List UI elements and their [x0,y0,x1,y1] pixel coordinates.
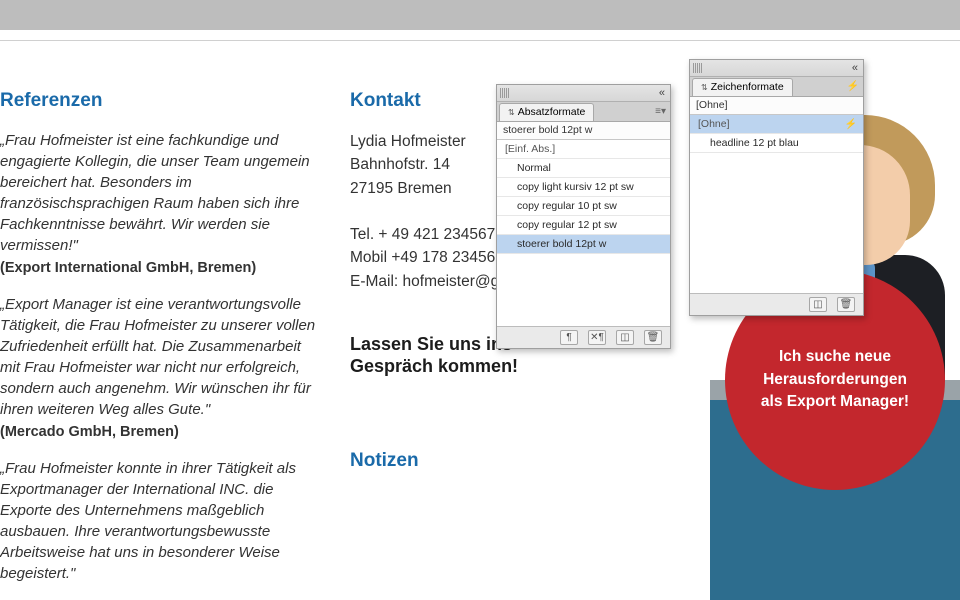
trash-icon[interactable]: 🗑 [644,330,662,345]
panel-grip-icon[interactable] [500,88,510,98]
panel-tab-row: ⇅ Absatzformate ≡▾ [497,102,670,122]
style-item[interactable]: Normal [497,159,670,178]
zeichenformate-panel[interactable]: « ⇅ Zeichenformate ⚡ [Ohne] [Ohne] ⚡ hea… [689,59,864,316]
zeichenformate-tab[interactable]: ⇅ Zeichenformate [692,78,793,96]
reference-quote: „Frau Hofmeister ist eine fachkundige un… [0,130,320,256]
panel-titlebar[interactable]: « [497,85,670,102]
reference-quote: „Export Manager ist eine verantwortungsv… [0,294,320,420]
updown-icon[interactable]: ⇅ [701,83,708,92]
tab-label: Zeichenformate [711,81,784,93]
style-item-label: [Ohne] [698,118,730,130]
reference-attr: (Mercado GmbH, Bremen) [0,424,320,440]
style-item[interactable]: copy regular 10 pt sw [497,197,670,216]
style-item-selected[interactable]: stoerer bold 12pt w [497,235,670,254]
paragraph-style-list[interactable]: [Einf. Abs.] Normal copy light kursiv 12… [497,140,670,326]
style-item-selected[interactable]: [Ohne] ⚡ [690,115,863,134]
panel-flash-icon[interactable]: ⚡ [847,81,859,92]
current-style-display[interactable]: stoerer bold 12pt w [497,122,670,140]
panel-menu-icon[interactable]: ≡▾ [655,106,666,117]
referenzen-heading: Referenzen [0,90,320,112]
panel-collapse-icon[interactable]: « [657,87,667,99]
panel-grip-icon[interactable] [693,63,703,73]
style-item[interactable]: headline 12 pt blau [690,134,863,153]
clear-override-icon[interactable]: ✕¶ [588,330,606,345]
reference-attr: (Export International GmbH, Bremen) [0,260,320,276]
notizen-heading: Notizen [350,450,610,472]
current-style-display[interactable]: [Ohne] [690,97,863,115]
panel-tab-row: ⇅ Zeichenformate ⚡ [690,77,863,97]
trash-icon[interactable]: 🗑 [837,297,855,312]
style-item[interactable]: [Einf. Abs.] [497,140,670,159]
panel-titlebar[interactable]: « [690,60,863,77]
callout-text: Ich suche neue Herausforderungen als Exp… [753,346,917,413]
divider-line [0,40,960,41]
absatzformate-panel[interactable]: « ⇅ Absatzformate ≡▾ stoerer bold 12pt w… [496,84,671,349]
new-style-icon[interactable]: ◫ [809,297,827,312]
panel-collapse-icon[interactable]: « [850,62,860,74]
cta-line2: Gespräch kommen! [350,356,518,376]
style-item[interactable]: copy regular 12 pt sw [497,216,670,235]
bolt-icon: ⚡ [845,119,857,130]
panel-footer: ¶ ✕¶ ◫ 🗑 [497,326,670,348]
panel-footer: ◫ 🗑 [690,293,863,315]
style-item[interactable]: copy light kursiv 12 pt sw [497,178,670,197]
character-style-list[interactable]: [Ohne] ⚡ headline 12 pt blau [690,115,863,293]
tab-label: Absatzformate [518,106,586,118]
cta-line1: Lassen Sie uns ins [350,334,512,354]
updown-icon[interactable]: ⇅ [508,108,515,117]
new-paragraph-icon[interactable]: ¶ [560,330,578,345]
new-style-icon[interactable]: ◫ [616,330,634,345]
absatzformate-tab[interactable]: ⇅ Absatzformate [499,103,594,121]
referenzen-column: Referenzen „Frau Hofmeister ist eine fac… [0,90,320,588]
top-grey-band [0,0,960,30]
reference-quote: „Frau Hofmeister konnte in ihrer Tätigke… [0,458,320,584]
